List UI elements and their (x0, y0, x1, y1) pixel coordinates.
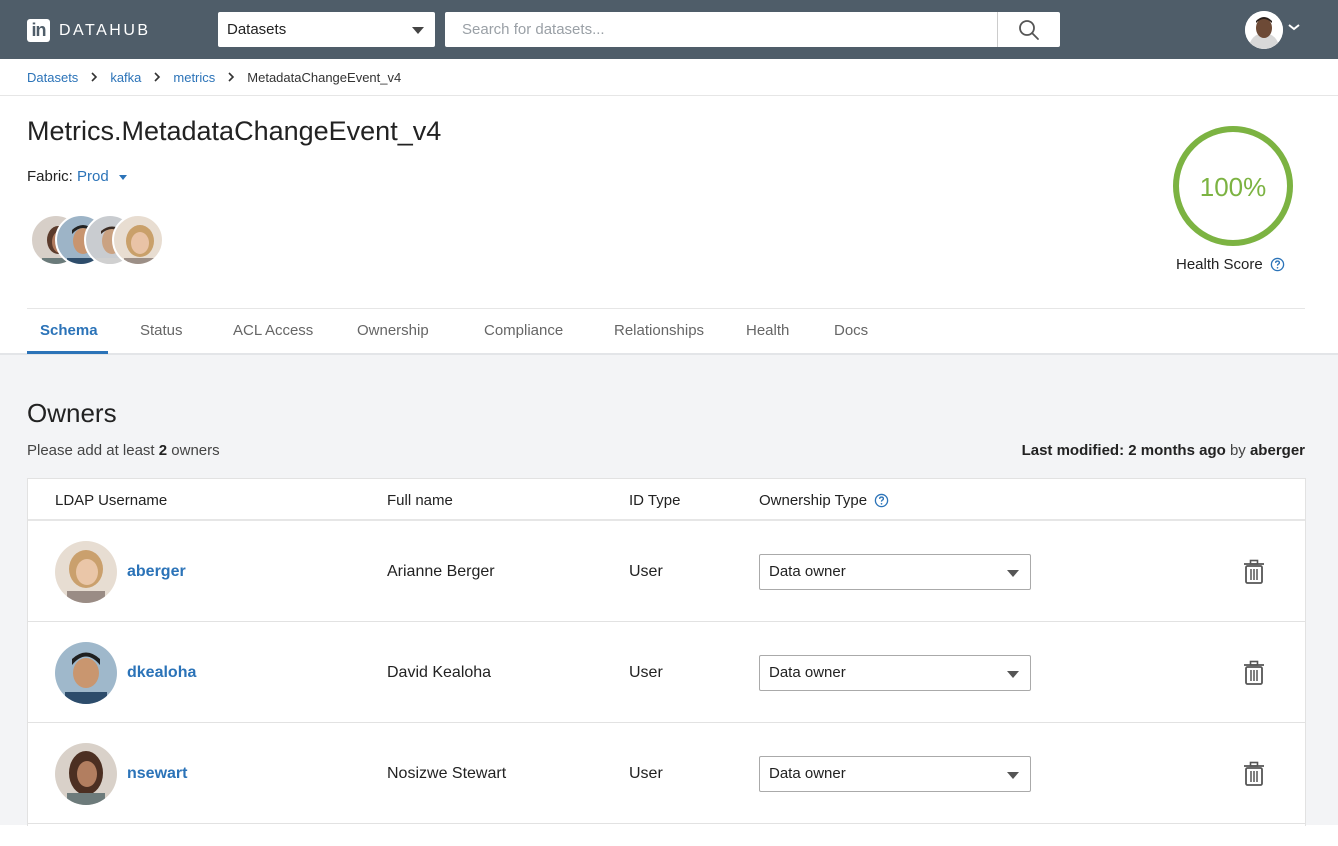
search-button[interactable] (997, 12, 1060, 47)
owners-table: LDAP Username Full name ID Type Ownershi… (27, 478, 1306, 826)
owners-hint: Please add at least 2 owners (27, 442, 220, 459)
last-modified: Last modified: 2 months ago by aberger (1022, 442, 1305, 459)
owner-id-type: User (629, 765, 663, 782)
tab-docs[interactable]: Docs (834, 322, 868, 339)
owner-full-name: Arianne Berger (387, 563, 495, 580)
breadcrumb: Datasets kafka metrics MetadataChangeEve… (27, 68, 401, 86)
tab-status[interactable]: Status (140, 322, 183, 339)
help-icon[interactable] (874, 493, 889, 508)
last-modified-by-label: by (1229, 442, 1246, 459)
avatar (55, 642, 117, 704)
column-header-ownership-type: Ownership Type (759, 492, 889, 509)
search-input[interactable] (445, 12, 998, 47)
tab-relationships[interactable]: Relationships (614, 322, 704, 339)
fabric-selector[interactable]: Fabric: Prod (27, 168, 127, 185)
ownership-type-select-value: Data owner (769, 664, 846, 681)
linkedin-logo-icon: in (27, 19, 50, 42)
page-title: Metrics.MetadataChangeEvent_v4 (27, 116, 442, 146)
owner-full-name: Nosizwe Stewart (387, 765, 507, 782)
fabric-label: Fabric: (27, 168, 73, 185)
chevron-right-icon (228, 72, 235, 82)
last-modified-label: Last modified: (1021, 442, 1125, 459)
health-score-label: Health Score (1176, 256, 1285, 273)
help-icon[interactable] (1270, 257, 1285, 272)
owners-title: Owners (27, 398, 117, 428)
breadcrumb-kafka[interactable]: kafka (110, 70, 141, 85)
owner-id-type: User (629, 664, 663, 681)
owner-username-link[interactable]: dkealoha (127, 664, 196, 682)
avatar (112, 214, 164, 266)
ownership-type-select[interactable]: Data owner (759, 756, 1031, 792)
trash-icon[interactable] (1242, 761, 1266, 787)
search-icon (1019, 20, 1039, 40)
caret-down-icon (1007, 570, 1019, 577)
divider (0, 95, 1338, 96)
tab-schema[interactable]: Schema (40, 322, 98, 339)
owner-full-name: David Kealoha (387, 664, 492, 681)
column-header-ownership-type-label: Ownership Type (759, 492, 868, 509)
chevron-down-icon[interactable] (1287, 22, 1301, 32)
user-photo-icon (1245, 11, 1283, 49)
tab-health[interactable]: Health (746, 322, 789, 339)
category-select-value: Datasets (227, 21, 287, 38)
table-row: aberger Arianne Berger User Data owner (28, 521, 1305, 622)
owners-hint-count: 2 (158, 442, 168, 459)
caret-down-icon (1007, 671, 1019, 678)
caret-down-icon (118, 174, 127, 180)
health-score-label-text: Health Score (1176, 256, 1263, 273)
column-header-full-name: Full name (387, 492, 453, 509)
owner-id-type: User (629, 563, 663, 580)
user-avatar[interactable] (1245, 11, 1283, 49)
last-modified-value: 2 months ago (1128, 442, 1226, 459)
tab-bar: Schema Status ACL Access Ownership Compl… (27, 309, 1338, 354)
table-row: dkealoha David Kealoha User Data owner (28, 622, 1305, 723)
trash-icon[interactable] (1242, 559, 1266, 585)
owners-hint-prefix: Please add at least (27, 442, 155, 459)
chevron-right-icon (91, 72, 98, 82)
last-modified-by: aberger (1249, 442, 1305, 459)
caret-down-icon (1007, 772, 1019, 779)
category-select[interactable]: Datasets (218, 12, 435, 47)
breadcrumb-datasets[interactable]: Datasets (27, 70, 78, 85)
ownership-type-select-value: Data owner (769, 765, 846, 782)
owner-username-link[interactable]: aberger (127, 563, 186, 581)
trash-icon[interactable] (1242, 660, 1266, 686)
owner-username-link[interactable]: nsewart (127, 765, 187, 783)
caret-down-icon (412, 27, 424, 34)
breadcrumb-current: MetadataChangeEvent_v4 (247, 69, 402, 85)
tab-ownership[interactable]: Ownership (357, 322, 429, 339)
avatar (55, 743, 117, 805)
owners-hint-suffix: owners (171, 442, 220, 459)
ownership-type-select-value: Data owner (769, 563, 846, 580)
chevron-right-icon (154, 72, 161, 82)
owner-avatar-stack[interactable] (30, 214, 170, 266)
tab-acl-access[interactable]: ACL Access (233, 322, 313, 339)
health-score-value: 100% (1199, 172, 1267, 202)
logo-text: DATAHUB (59, 21, 151, 39)
avatar (55, 541, 117, 603)
tab-compliance[interactable]: Compliance (484, 322, 563, 339)
fabric-value[interactable]: Prod (77, 168, 109, 185)
top-nav: in DATAHUB Datasets (0, 0, 1338, 59)
ownership-type-select[interactable]: Data owner (759, 554, 1031, 590)
ownership-type-select[interactable]: Data owner (759, 655, 1031, 691)
table-row: nsewart Nosizwe Stewart User Data owner (28, 723, 1305, 824)
breadcrumb-metrics[interactable]: metrics (173, 70, 215, 85)
active-tab-indicator (27, 351, 108, 354)
column-header-id-type: ID Type (629, 492, 681, 509)
column-header-ldap: LDAP Username (55, 492, 168, 509)
datahub-logo[interactable]: in DATAHUB (27, 19, 151, 42)
